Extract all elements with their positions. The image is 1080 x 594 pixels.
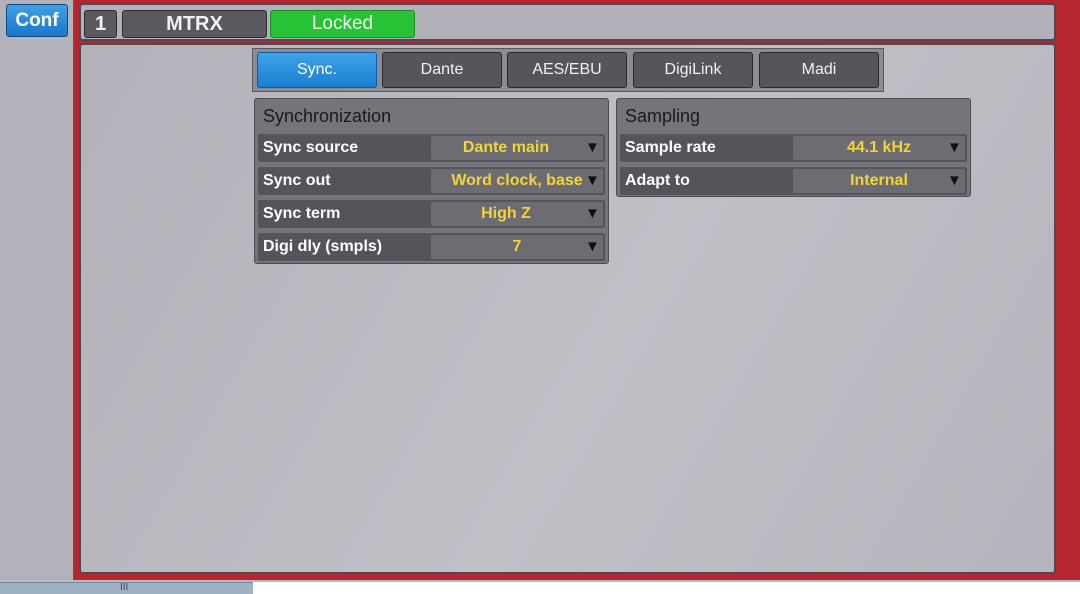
sample-rate-value: 44.1 kHz	[846, 139, 912, 156]
triangle-down-icon: ▼	[585, 139, 600, 156]
tab-dante[interactable]: Dante	[382, 52, 502, 88]
sync-out-row: Sync out Word clock, base ▼	[258, 167, 605, 195]
device-header: 1 MTRX Locked	[79, 3, 1056, 41]
triangle-down-icon: ▼	[585, 205, 600, 222]
sampling-group: Sampling Sample rate 44.1 kHz ▼ Adapt to…	[616, 98, 971, 197]
synchronization-group: Synchronization Sync source Dante main ▼…	[254, 98, 609, 264]
sync-source-value: Dante main	[462, 139, 550, 156]
device-number: 1	[84, 10, 117, 38]
sample-rate-select[interactable]: 44.1 kHz ▼	[793, 136, 965, 160]
tab-aes-ebu[interactable]: AES/EBU	[507, 52, 627, 88]
lock-status-badge: Locked	[270, 10, 415, 38]
triangle-down-icon: ▼	[585, 238, 600, 255]
sample-rate-row: Sample rate 44.1 kHz ▼	[620, 134, 967, 162]
sync-source-label: Sync source	[263, 139, 359, 156]
synchronization-title: Synchronization	[263, 106, 392, 126]
sync-term-label: Sync term	[263, 205, 341, 222]
digi-dly-label: Digi dly (smpls)	[263, 238, 383, 255]
taskbar-tab-label: III	[120, 582, 129, 593]
sync-out-value: Word clock, base	[451, 172, 583, 189]
tab-bar: Sync. Dante AES/EBU DigiLink Madi	[252, 48, 884, 92]
sync-source-row: Sync source Dante main ▼	[258, 134, 605, 162]
digi-dly-select[interactable]: 7 ▼	[431, 235, 603, 259]
sample-rate-label: Sample rate	[625, 139, 716, 156]
device-name: MTRX	[122, 10, 267, 38]
sync-source-select[interactable]: Dante main ▼	[431, 136, 603, 160]
tab-madi[interactable]: Madi	[759, 52, 879, 88]
tab-sync[interactable]: Sync.	[257, 52, 377, 88]
adapt-to-label: Adapt to	[625, 172, 690, 189]
sync-term-value: High Z	[481, 205, 531, 222]
triangle-down-icon: ▼	[947, 172, 962, 189]
bottom-area	[253, 582, 1080, 594]
digi-dly-row: Digi dly (smpls) 7 ▼	[258, 233, 605, 261]
conf-button[interactable]: Conf	[6, 4, 68, 37]
sampling-title: Sampling	[625, 106, 701, 126]
sync-out-select[interactable]: Word clock, base ▼	[431, 169, 603, 193]
adapt-to-row: Adapt to Internal ▼	[620, 167, 967, 195]
sync-term-select[interactable]: High Z ▼	[431, 202, 603, 226]
triangle-down-icon: ▼	[947, 139, 962, 156]
left-strip: Conf	[0, 0, 75, 580]
adapt-to-value: Internal	[850, 172, 908, 189]
triangle-down-icon: ▼	[585, 172, 600, 189]
sync-out-label: Sync out	[263, 172, 331, 189]
sync-term-row: Sync term High Z ▼	[258, 200, 605, 228]
adapt-to-select[interactable]: Internal ▼	[793, 169, 965, 193]
digi-dly-value: 7	[512, 238, 522, 255]
tab-digilink[interactable]: DigiLink	[633, 52, 753, 88]
